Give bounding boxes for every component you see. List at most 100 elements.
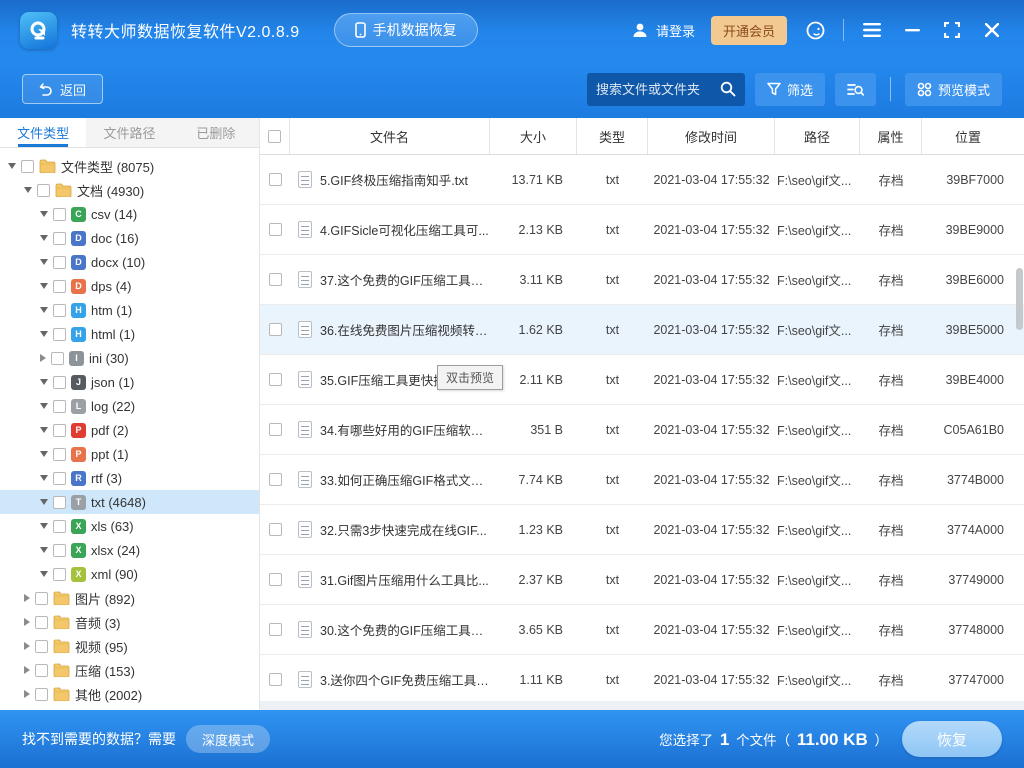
- chevron-down-icon[interactable]: [40, 523, 48, 529]
- col-location[interactable]: 位置: [922, 118, 1014, 154]
- chevron-down-icon[interactable]: [40, 307, 48, 313]
- row-checkbox[interactable]: [269, 623, 282, 636]
- row-checkbox[interactable]: [269, 173, 282, 186]
- tree-checkbox[interactable]: [53, 256, 66, 269]
- chevron-down-icon[interactable]: [8, 163, 16, 169]
- tree-checkbox[interactable]: [53, 544, 66, 557]
- chevron-down-icon[interactable]: [40, 235, 48, 241]
- tree-checkbox[interactable]: [53, 280, 66, 293]
- open-vip-button[interactable]: 开通会员: [711, 16, 787, 45]
- chevron-down-icon[interactable]: [40, 379, 48, 385]
- select-all-checkbox[interactable]: [268, 130, 281, 143]
- tree-item-rtf-rtf[interactable]: Rrtf (3): [0, 466, 259, 490]
- tree-checkbox[interactable]: [53, 208, 66, 221]
- row-checkbox[interactable]: [269, 573, 282, 586]
- table-row[interactable]: 32.只需3步快速完成在线GIF...1.23 KBtxt2021-03-04 …: [260, 505, 1024, 555]
- tree-checkbox[interactable]: [53, 232, 66, 245]
- chevron-down-icon[interactable]: [40, 259, 48, 265]
- tree-checkbox[interactable]: [35, 688, 48, 701]
- table-row[interactable]: 35.GIF压缩工具更快捷2.11 KBtxt2021-03-04 17:55:…: [260, 355, 1024, 405]
- row-checkbox[interactable]: [269, 673, 282, 686]
- login-button[interactable]: 请登录: [631, 21, 695, 40]
- chevron-right-icon[interactable]: [24, 594, 30, 602]
- chevron-down-icon[interactable]: [40, 283, 48, 289]
- tree-checkbox[interactable]: [53, 424, 66, 437]
- tree-item-folder-文档[interactable]: 文档 (4930): [0, 178, 259, 202]
- chevron-down-icon[interactable]: [40, 211, 48, 217]
- back-button[interactable]: 返回: [22, 74, 103, 104]
- tree-item-docx-docx[interactable]: Ddocx (10): [0, 250, 259, 274]
- col-type[interactable]: 类型: [577, 118, 648, 154]
- chevron-down-icon[interactable]: [40, 451, 48, 457]
- chevron-down-icon[interactable]: [40, 547, 48, 553]
- tree-checkbox[interactable]: [35, 592, 48, 605]
- tree-item-folder-文件类型[interactable]: 文件类型 (8075): [0, 154, 259, 178]
- tree-checkbox[interactable]: [21, 160, 34, 173]
- tree-item-xls-xls[interactable]: Xxls (63): [0, 514, 259, 538]
- tree-item-folder-其他[interactable]: 其他 (2002): [0, 682, 259, 706]
- chevron-right-icon[interactable]: [24, 690, 30, 698]
- row-checkbox[interactable]: [269, 473, 282, 486]
- tree-item-txt-txt[interactable]: Ttxt (4648): [0, 490, 259, 514]
- preview-mode-button[interactable]: 预览模式: [905, 73, 1002, 106]
- tree-item-htm-htm[interactable]: Hhtm (1): [0, 298, 259, 322]
- chevron-right-icon[interactable]: [24, 666, 30, 674]
- col-size[interactable]: 大小: [490, 118, 577, 154]
- close-button[interactable]: [980, 18, 1004, 42]
- table-row[interactable]: 36.在线免费图片压缩视频转GI...1.62 KBtxt2021-03-04 …: [260, 305, 1024, 355]
- advanced-search-button[interactable]: [835, 73, 876, 106]
- support-button[interactable]: [803, 18, 827, 42]
- tree-checkbox[interactable]: [53, 448, 66, 461]
- chevron-down-icon[interactable]: [40, 403, 48, 409]
- vertical-scrollbar[interactable]: [1016, 268, 1023, 330]
- row-checkbox[interactable]: [269, 373, 282, 386]
- tab-file-type[interactable]: 文件类型: [0, 118, 86, 147]
- row-checkbox[interactable]: [269, 523, 282, 536]
- chevron-right-icon[interactable]: [24, 642, 30, 650]
- search-icon[interactable]: [720, 81, 736, 97]
- tree-checkbox[interactable]: [53, 304, 66, 317]
- chevron-down-icon[interactable]: [40, 571, 48, 577]
- table-row[interactable]: 33.如何正确压缩GIF格式文件...7.74 KBtxt2021-03-04 …: [260, 455, 1024, 505]
- tab-deleted[interactable]: 已删除: [173, 118, 259, 147]
- col-attr[interactable]: 属性: [860, 118, 922, 154]
- tree-item-xlsx-xlsx[interactable]: Xxlsx (24): [0, 538, 259, 562]
- col-path[interactable]: 路径: [775, 118, 860, 154]
- table-row[interactable]: 31.Gif图片压缩用什么工具比...2.37 KBtxt2021-03-04 …: [260, 555, 1024, 605]
- row-checkbox[interactable]: [269, 323, 282, 336]
- chevron-down-icon[interactable]: [40, 499, 48, 505]
- search-input[interactable]: [596, 82, 720, 97]
- col-modified[interactable]: 修改时间: [648, 118, 775, 154]
- horizontal-scrollbar-track[interactable]: [260, 701, 1024, 710]
- tree-checkbox[interactable]: [53, 496, 66, 509]
- recover-button[interactable]: 恢复: [902, 721, 1002, 757]
- chevron-down-icon[interactable]: [40, 331, 48, 337]
- tree-item-folder-压缩[interactable]: 压缩 (153): [0, 658, 259, 682]
- tree-checkbox[interactable]: [53, 376, 66, 389]
- tree-item-ppt-ppt[interactable]: Pppt (1): [0, 442, 259, 466]
- table-row[interactable]: 4.GIFSicle可视化压缩工具可...2.13 KBtxt2021-03-0…: [260, 205, 1024, 255]
- table-row[interactable]: 3.送你四个GIF免费压缩工具帮...1.11 KBtxt2021-03-04 …: [260, 655, 1024, 705]
- tree-item-folder-音频[interactable]: 音频 (3): [0, 610, 259, 634]
- tree-checkbox[interactable]: [53, 400, 66, 413]
- table-row[interactable]: 5.GIF终极压缩指南知乎.txt13.71 KBtxt2021-03-04 1…: [260, 155, 1024, 205]
- chevron-right-icon[interactable]: [40, 354, 46, 362]
- row-checkbox[interactable]: [269, 273, 282, 286]
- tree-item-folder-视频[interactable]: 视频 (95): [0, 634, 259, 658]
- tree-item-pdf-pdf[interactable]: Ppdf (2): [0, 418, 259, 442]
- row-checkbox[interactable]: [269, 223, 282, 236]
- minimize-button[interactable]: [900, 18, 924, 42]
- tree-checkbox[interactable]: [37, 184, 50, 197]
- tree-item-folder-图片[interactable]: 图片 (892): [0, 586, 259, 610]
- tree-item-json-json[interactable]: Jjson (1): [0, 370, 259, 394]
- table-row[interactable]: 34.有哪些好用的GIF压缩软件...351 Btxt2021-03-04 17…: [260, 405, 1024, 455]
- tree-item-csv-csv[interactable]: Ccsv (14): [0, 202, 259, 226]
- tree-checkbox[interactable]: [35, 640, 48, 653]
- chevron-down-icon[interactable]: [24, 187, 32, 193]
- chevron-down-icon[interactable]: [40, 475, 48, 481]
- tree-item-xml-xml[interactable]: Xxml (90): [0, 562, 259, 586]
- tree-item-dps-dps[interactable]: Ddps (4): [0, 274, 259, 298]
- filter-button[interactable]: 筛选: [755, 73, 825, 106]
- table-row[interactable]: 37.这个免费的GIF压缩工具秒...3.11 KBtxt2021-03-04 …: [260, 255, 1024, 305]
- tree-item-doc-doc[interactable]: Ddoc (16): [0, 226, 259, 250]
